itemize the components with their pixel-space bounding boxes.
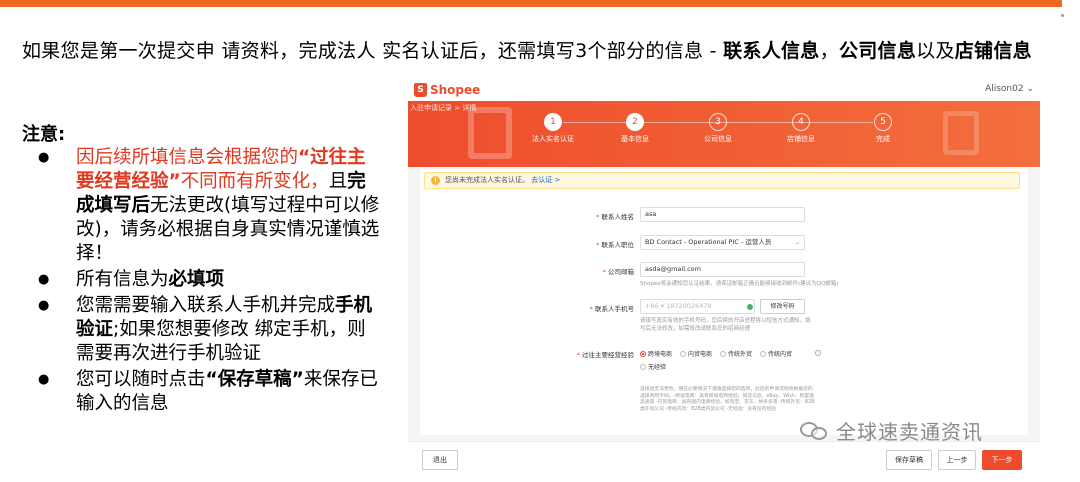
note-text: ;如果您想要修改 绑定手机，则需要再次进行手机验证: [76, 319, 366, 364]
radio-selected-icon: [640, 350, 646, 357]
step-label: 完成: [876, 135, 890, 143]
contact-position-select[interactable]: BD Contact - Operational PIC - 运营人员 ⌄: [640, 235, 805, 250]
step-1: 1 法人实名认证: [518, 113, 588, 144]
radio-label: 内贸电商: [688, 351, 713, 358]
headline-company-info: 公司信息: [838, 40, 917, 62]
user-menu[interactable]: Alison02 ⌄: [985, 84, 1034, 94]
note-item: 因后续所填信息会根据您的“过往主要经营经验”不同而有所变化，且完成填写后无法更改…: [38, 146, 383, 266]
verification-alert: ! 您尚未完成法人实名认证。 去认证 >: [424, 172, 1020, 189]
breadcrumb[interactable]: 入驻申请记录 > 详情: [410, 103, 476, 113]
note-text: 您需需要输入联系人手机并完成: [76, 295, 336, 316]
form-footer: 退出 保存草稿 上一步 下一步: [408, 441, 1040, 475]
chevron-down-icon: ⌄: [794, 239, 800, 246]
experience-option-cross-border[interactable]: 跨境电商: [640, 349, 672, 358]
experience-option-traditional-export[interactable]: 传统外贸: [720, 349, 752, 358]
info-icon[interactable]: [815, 350, 821, 356]
step-number: 1: [544, 113, 562, 131]
step-number: 4: [792, 113, 810, 131]
verified-check-icon: [747, 304, 753, 310]
headline-separator: ，: [819, 40, 839, 62]
logo-text: Shopee: [430, 83, 481, 97]
alert-text: 您尚未完成法人实名认证。: [445, 176, 529, 184]
note-emphasis: 必填项: [168, 269, 225, 290]
exit-button[interactable]: 退出: [422, 450, 458, 470]
experience-radio-group: 跨境电商 内贸电商 传统外贸 传统内贸 无经验: [640, 349, 810, 371]
contact-phone-input[interactable]: +86 ▾ 18720026478: [640, 299, 755, 314]
radio-label: 跨境电商: [648, 351, 673, 358]
note-text: 您可以随时点击: [76, 369, 206, 390]
headline: 如果您是第一次提交申 请资料，完成法人 实名认证后，还需填写3个部分的信息 - …: [22, 38, 1062, 65]
step-5: 5 完成: [848, 113, 918, 144]
contact-name-label: 联系人姓名: [596, 211, 635, 221]
wechat-icon: [800, 420, 830, 442]
notes-title: 注意:: [22, 124, 66, 145]
radio-label: 无经验: [648, 364, 667, 371]
contact-position-label: 联系人职位: [596, 239, 635, 249]
radio-icon: [640, 363, 646, 370]
headline-shop-info: 店铺信息: [954, 40, 1032, 62]
step-number: 2: [626, 113, 644, 131]
note-text: 且: [328, 171, 348, 192]
step-3: 3 公司信息: [683, 113, 753, 144]
step-label: 基本信息: [621, 135, 649, 143]
select-value: BD Contact - Operational PIC - 运营人员: [645, 238, 772, 246]
progress-banner: 入驻申请记录 > 详情 1 法人实名认证 2 基本信息 3 公司信息 4 店铺信…: [408, 101, 1040, 167]
change-phone-button[interactable]: 修改号码: [760, 299, 805, 314]
radio-icon: [680, 350, 687, 357]
bag-decoration-icon: [943, 111, 979, 155]
bag-decoration-icon: [468, 107, 512, 159]
radio-icon: [720, 350, 727, 357]
headline-contact-info: 联系人信息: [723, 40, 820, 62]
step-number: 5: [874, 113, 892, 131]
note-text: 因后续所填信息会根据您的: [76, 147, 299, 168]
shopee-top-bar: S Shopee Alison02 ⌄: [408, 79, 1040, 101]
step-number: 3: [709, 113, 727, 131]
form-card: ! 您尚未完成法人实名认证。 去认证 > 联系人姓名 asa 联系人职位 BD …: [420, 169, 1028, 435]
contact-phone-label: 联系人手机号: [590, 303, 634, 313]
headline-separator: 以及: [916, 40, 955, 62]
notes-list: 因后续所填信息会根据您的“过往主要经营经验”不同而有所变化，且完成填写后无法更改…: [38, 146, 383, 418]
step-label: 法人实名认证: [532, 135, 574, 143]
note-item: 您可以随时点击“保存草稿”来保存已输入的信息: [38, 368, 383, 416]
warning-icon: !: [431, 176, 440, 185]
company-email-label: 公司邮箱: [603, 266, 634, 276]
experience-option-domestic-ecommerce[interactable]: 内贸电商: [680, 349, 712, 358]
radio-label: 传统外贸: [728, 351, 753, 358]
note-item: 您需需要输入联系人手机并完成手机验证;如果您想要修改 绑定手机，则需要再次进行手…: [38, 294, 383, 366]
note-text: 所有信息为: [76, 269, 169, 290]
note-emphasis: “保存草稿”: [205, 369, 304, 390]
corner-dot: [1061, 14, 1064, 17]
headline-text: 如果您是第一次提交申 请资料，完成法人 实名认证后，还需填写3个部分的信息 -: [22, 40, 724, 62]
save-draft-button[interactable]: 保存草稿: [886, 450, 932, 470]
step-4: 4 店铺信息: [766, 113, 836, 144]
radio-label: 传统内贸: [768, 351, 793, 358]
experience-option-none[interactable]: 无经验: [640, 362, 666, 371]
next-step-button[interactable]: 下一步: [982, 450, 1022, 470]
note-item: 所有信息为必填项: [38, 268, 383, 292]
experience-label: 过往主要经营经验: [577, 349, 634, 359]
shopping-bag-icon: S: [414, 83, 427, 97]
step-2: 2 基本信息: [600, 113, 670, 144]
step-label: 公司信息: [704, 135, 732, 143]
shopee-logo[interactable]: S Shopee: [414, 83, 480, 97]
top-accent-rule: [0, 0, 1062, 7]
experience-description: 选择后无法更改，请在必要情况下谨慎选择您的选项，此后的申请流程将根据您的选择有所…: [640, 387, 815, 412]
watermark: 全球速卖通资讯: [800, 416, 983, 445]
radio-icon: [760, 350, 767, 357]
contact-name-input[interactable]: asa: [640, 207, 805, 222]
email-hint: Shopee将会通知您认证结果，请保证邮箱正确且能够接收到邮件(建议为QQ邮箱): [640, 281, 839, 287]
phone-hint: 请填写真实有效的手机号码，您后续的开店进程将以短信方式通知，填写后无法修改，如需…: [640, 318, 811, 332]
step-label: 店铺信息: [787, 135, 815, 143]
previous-step-button[interactable]: 上一步: [938, 450, 976, 470]
experience-option-traditional-domestic[interactable]: 传统内贸: [760, 349, 792, 358]
step-indicator: 1 法人实名认证 2 基本信息 3 公司信息 4 店铺信息 5 完成: [518, 113, 918, 153]
company-email-input[interactable]: asda@gmail.com: [640, 262, 805, 277]
watermark-text: 全球速卖通资讯: [836, 420, 983, 444]
note-text: 不同而有所变化，: [180, 171, 329, 192]
go-verify-link[interactable]: 去认证 >: [531, 176, 560, 184]
